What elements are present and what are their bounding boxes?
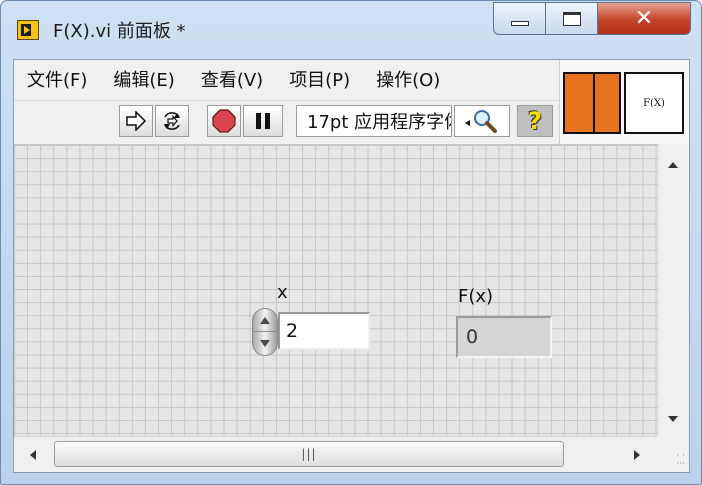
horizontal-scroll-thumb[interactable]: ||| [54,441,564,467]
increment-decrement-spinner[interactable] [252,308,280,356]
front-panel-canvas[interactable]: x 2 F(x) 0 [14,144,658,437]
stop-sign-icon [212,109,236,133]
menu-operate[interactable]: 操作(O) [363,66,453,92]
vi-icon-tile[interactable]: F(X) [624,72,684,134]
horizontal-scrollbar[interactable]: ||| [14,436,658,472]
title-bar[interactable]: F(X).vi 前面板 * ✕ [1,1,701,59]
search-button[interactable] [454,105,510,137]
grip-icon: ||| [301,447,317,461]
decrement-arrow[interactable] [252,332,278,356]
scroll-right-icon[interactable] [634,450,640,460]
toolbar: 17pt 应用程序字体 ? [14,100,559,145]
text-settings-select[interactable]: 17pt 应用程序字体 [296,105,452,137]
menu-edit[interactable]: 编辑(E) [100,66,187,92]
scroll-left-icon[interactable] [30,450,36,460]
maximize-button[interactable] [545,2,597,35]
minimize-button[interactable] [493,2,545,35]
labview-window: F(X).vi 前面板 * ✕ 文件(F) 编辑(E) 查看(V) 项目(P) … [0,0,702,485]
control-label-x: x [277,282,288,303]
run-arrow-icon [126,111,147,131]
close-button[interactable]: ✕ [597,2,691,35]
menu-bar: 文件(F) 编辑(E) 查看(V) 项目(P) 操作(O) [14,60,559,98]
help-icon: ? [528,107,542,135]
menu-project[interactable]: 项目(P) [276,66,363,92]
arrow-up-icon [260,316,270,324]
increment-arrow[interactable] [252,308,278,332]
numeric-control-x[interactable]: 2 [278,312,370,350]
connector-panel-area: F(X) [559,60,689,144]
connector-pane[interactable] [563,72,621,134]
indicator-label-fx: F(x) [458,286,494,307]
arrow-down-icon [260,340,270,347]
close-icon: ✕ [634,5,654,31]
run-continuously-button[interactable] [155,105,189,137]
labview-vi-icon[interactable] [17,20,39,40]
context-help-button[interactable]: ? [517,105,553,137]
front-panel-client: 文件(F) 编辑(E) 查看(V) 项目(P) 操作(O) 17pt 应用程序字… [13,59,690,473]
menu-view[interactable]: 查看(V) [188,66,276,92]
menu-file[interactable]: 文件(F) [14,66,100,92]
run-button[interactable] [119,105,153,137]
run-continuously-icon [164,112,180,130]
maximize-icon [562,11,581,26]
abort-button[interactable] [207,105,241,137]
search-icon [465,110,497,133]
window-title: F(X).vi 前面板 * [53,21,186,42]
scroll-up-icon[interactable] [668,162,678,168]
pause-icon [256,113,270,129]
vertical-scrollbar[interactable] [658,144,689,436]
numeric-indicator-fx: 0 [456,316,552,358]
minimize-icon [510,21,529,26]
window-controls: ✕ [493,2,691,36]
pause-button[interactable] [243,105,283,137]
resize-grip-icon: · · ··· [676,451,685,469]
scroll-down-icon[interactable] [668,416,678,422]
resize-grip[interactable]: · · ··· [658,436,689,472]
